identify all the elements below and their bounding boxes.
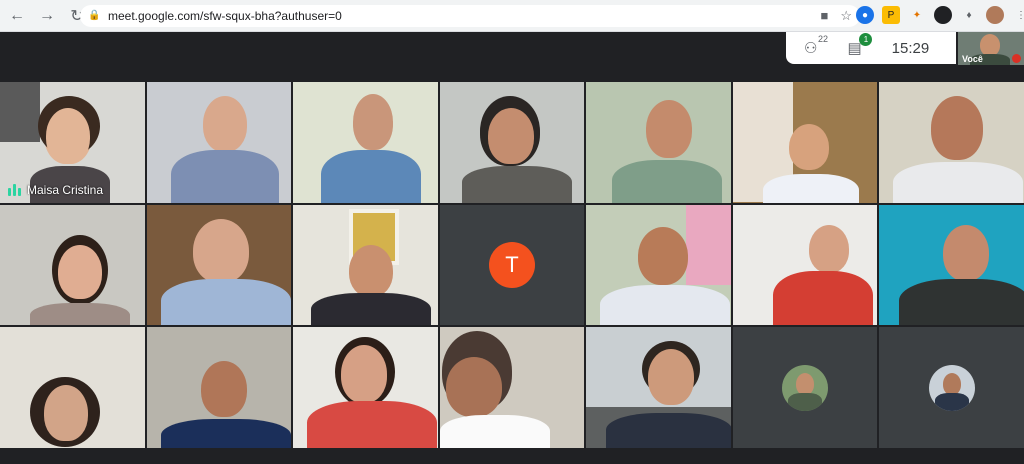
puzzle-icon[interactable]: ♦	[960, 6, 978, 24]
participant-avatar	[928, 364, 975, 411]
participant-tile[interactable]	[732, 327, 878, 448]
participant-tile[interactable]	[879, 82, 1024, 203]
mic-off-icon	[1012, 54, 1021, 63]
self-label: Você	[962, 54, 983, 64]
participant-tile[interactable]	[0, 327, 145, 448]
speaker-name: Maisa Cristina	[27, 182, 104, 197]
participant-tile[interactable]	[586, 327, 731, 448]
bottom-bar	[0, 448, 1024, 464]
menu-dots-icon[interactable]: ⋮	[1012, 6, 1024, 24]
lock-icon: 🔒	[88, 10, 101, 21]
meet-info-panel: ⚇ 22 ▤ 1 15:29	[786, 32, 956, 64]
participant-tile[interactable]: Maisa Cristina	[0, 82, 145, 203]
participant-avatar	[782, 364, 829, 411]
extension-icon[interactable]: ✦	[908, 6, 926, 24]
address-bar[interactable]: 🔒 meet.google.com/sfw-squx-bha?authuser=…	[80, 5, 860, 27]
participant-tile[interactable]	[146, 82, 292, 203]
participant-tile[interactable]	[732, 82, 878, 203]
participant-tile[interactable]	[439, 82, 585, 203]
participant-tile[interactable]	[879, 327, 1024, 448]
participant-tile[interactable]	[879, 204, 1024, 326]
video-grid: Maisa Cristina T	[0, 82, 1024, 448]
chat-icon[interactable]: ▤ 1	[847, 33, 873, 57]
participant-tile[interactable]	[146, 204, 292, 326]
participants-count: 22	[818, 34, 829, 44]
browser-toolbar: ← → ↻ 🔒 meet.google.com/sfw-squx-bha?aut…	[0, 0, 1024, 32]
participant-tile[interactable]	[293, 82, 438, 203]
participants-icon[interactable]: ⚇ 22	[804, 34, 828, 57]
extension-icon[interactable]	[934, 6, 952, 24]
chat-badge: 1	[859, 33, 873, 46]
forward-arrow-icon[interactable]: →	[34, 3, 60, 29]
self-view[interactable]: Você	[958, 32, 1024, 65]
participant-tile[interactable]	[732, 204, 878, 326]
extensions-area: ● P ✦ ♦ ⋮	[856, 6, 1024, 24]
participant-tile[interactable]	[0, 204, 145, 326]
camera-icon[interactable]: ■	[820, 8, 828, 24]
extension-icon[interactable]: ●	[856, 6, 874, 24]
participant-tile[interactable]	[293, 204, 438, 326]
back-arrow-icon[interactable]: ←	[4, 3, 30, 29]
participant-tile[interactable]	[586, 204, 731, 326]
audio-wave-icon	[8, 183, 21, 196]
participant-tile[interactable]	[586, 82, 731, 203]
url-text: meet.google.com/sfw-squx-bha?authuser=0	[108, 9, 342, 23]
profile-avatar[interactable]	[986, 6, 1004, 24]
participant-tile[interactable]	[293, 327, 438, 448]
star-icon[interactable]: ☆	[840, 8, 852, 24]
participant-tile[interactable]: T	[439, 204, 585, 326]
participant-avatar-letter: T	[488, 241, 535, 288]
participant-tile[interactable]	[439, 327, 585, 448]
extension-icon[interactable]: P	[882, 6, 900, 24]
clock: 15:29	[891, 39, 930, 57]
active-speaker-label: Maisa Cristina	[8, 183, 103, 197]
participant-tile[interactable]	[146, 327, 292, 448]
